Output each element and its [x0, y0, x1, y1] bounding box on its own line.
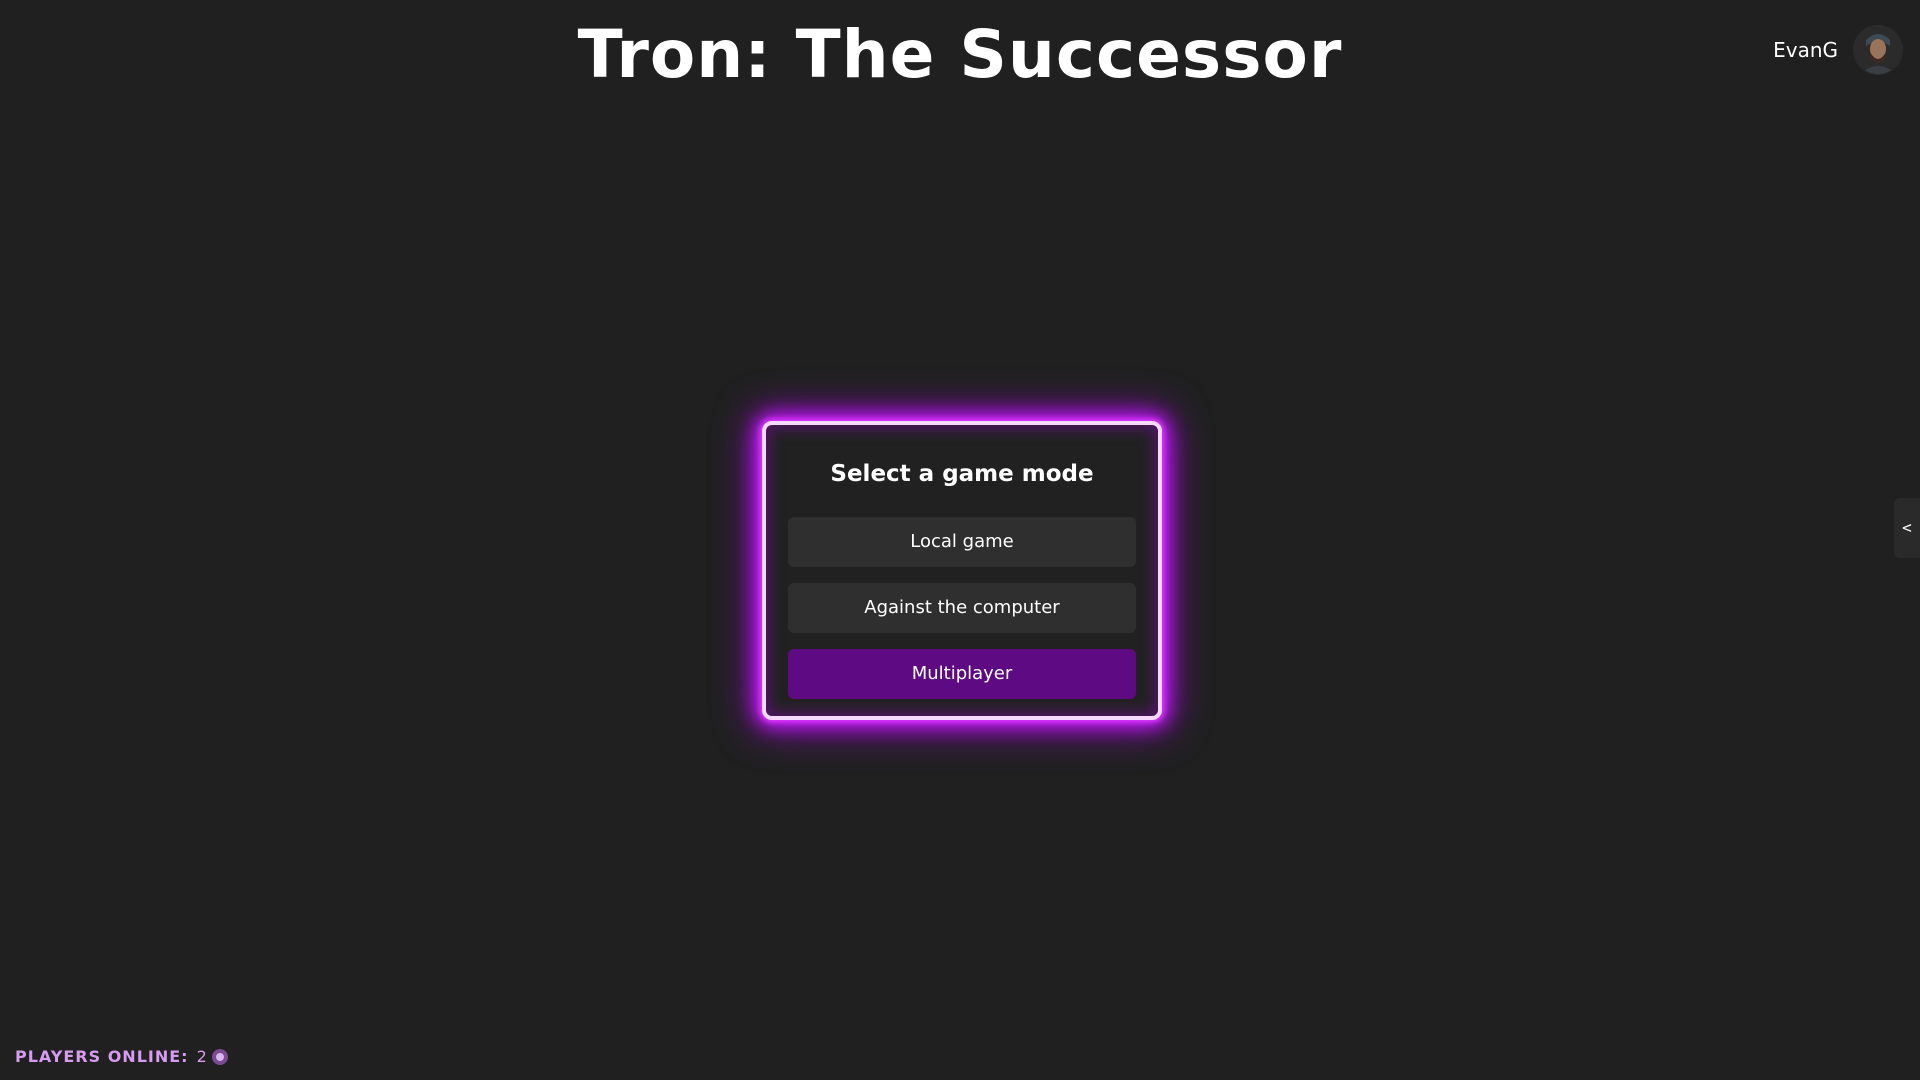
- avatar[interactable]: [1854, 26, 1902, 74]
- players-online-indicator: PLAYERS ONLINE: 2: [15, 1047, 228, 1066]
- page-title: Tron: The Successor: [577, 16, 1343, 93]
- players-online-label: PLAYERS ONLINE:: [15, 1047, 189, 1066]
- online-status-icon: [211, 1048, 228, 1065]
- game-mode-dialog: Select a game mode Local game Against th…: [762, 421, 1162, 720]
- game-mode-list: Local game Against the computer Multipla…: [788, 517, 1136, 715]
- user-avatar-icon: [1854, 26, 1902, 74]
- app-root: Tron: The Successor EvanG Select a game …: [0, 0, 1920, 1080]
- players-online-count: 2: [196, 1047, 208, 1066]
- local-game-button[interactable]: Local game: [788, 517, 1136, 567]
- chevron-left-icon: <: [1902, 518, 1912, 537]
- against-computer-button[interactable]: Against the computer: [788, 583, 1136, 633]
- side-panel-toggle[interactable]: <: [1894, 498, 1920, 558]
- username: EvanG: [1773, 38, 1838, 62]
- user-profile[interactable]: EvanG: [1773, 26, 1902, 74]
- multiplayer-button[interactable]: Multiplayer: [788, 649, 1136, 699]
- dialog-title: Select a game mode: [830, 461, 1094, 487]
